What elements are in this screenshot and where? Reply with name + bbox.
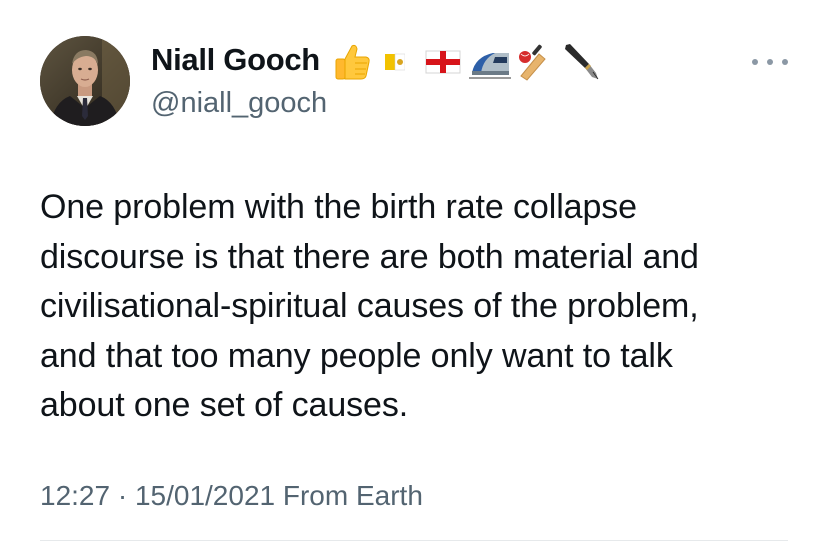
cricket-emoji-icon (519, 44, 546, 81)
fountain-pen-emoji-icon (565, 44, 599, 80)
more-dot (767, 59, 773, 65)
high-speed-train-emoji-icon (469, 53, 511, 79)
tweet-card: Niall Gooch @niall_gooch One problem wit… (0, 0, 828, 547)
thumbs-up-emoji-icon (335, 44, 370, 80)
display-name[interactable]: Niall Gooch (151, 42, 320, 78)
tweet-text: One problem with the birth rate collapse… (40, 183, 800, 431)
more-dot (782, 59, 788, 65)
name-emoji-badges (333, 40, 601, 84)
tweet-text-line: civilisational-spiritual causes of the p… (40, 287, 699, 325)
tweet-timestamp[interactable]: 12:27 · 15/01/2021 (40, 480, 275, 511)
user-handle[interactable]: @niall_gooch (151, 87, 327, 120)
tweet-text-line: One problem with the birth rate collapse (40, 188, 637, 226)
more-dot (752, 59, 758, 65)
england-flag-emoji-icon (425, 50, 461, 74)
tweet-text-line: and that too many people only want to ta… (40, 336, 673, 375)
tweet-text-line: discourse is that there are both materia… (40, 237, 699, 276)
avatar-image (40, 36, 130, 126)
more-options-icon[interactable] (752, 50, 788, 74)
avatar[interactable] (40, 36, 130, 126)
tweet-meta: 12:27 · 15/01/2021 From Earth (40, 480, 423, 512)
divider (40, 540, 788, 541)
tweet-source: From Earth (282, 480, 423, 511)
tweet-text-line: about one set of causes. (40, 386, 409, 424)
vatican-flag-emoji-icon (385, 53, 405, 71)
